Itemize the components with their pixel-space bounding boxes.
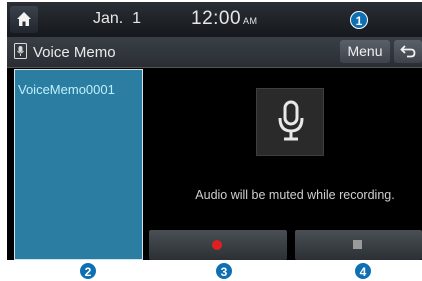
stop-button[interactable] bbox=[295, 230, 422, 260]
microphone-indicator bbox=[256, 88, 324, 156]
callout-1: 1 bbox=[350, 11, 368, 29]
date-display: Jan. 1 bbox=[93, 10, 142, 27]
home-icon bbox=[17, 12, 31, 26]
head-unit-screen: Jan. 1 12:00 AM Voice Memo Menu VoiceMemo… bbox=[7, 2, 422, 260]
callout-3: 3 bbox=[215, 262, 233, 280]
callout-2: 2 bbox=[79, 262, 97, 280]
page-title: Voice Memo bbox=[33, 44, 116, 61]
clock-time: 12:00 bbox=[191, 8, 242, 29]
clock-display: 12:00 AM bbox=[191, 8, 258, 30]
title-bar: Voice Memo Menu bbox=[7, 37, 422, 68]
back-arrow-icon bbox=[400, 45, 416, 58]
voice-memo-list[interactable]: VoiceMemo0001 bbox=[14, 69, 143, 260]
stop-icon bbox=[353, 240, 362, 249]
recording-notice: Audio will be muted while recording. bbox=[195, 188, 395, 202]
clock-ampm: AM bbox=[243, 16, 258, 26]
menu-button[interactable]: Menu bbox=[340, 40, 390, 63]
home-button[interactable] bbox=[10, 6, 38, 33]
back-button[interactable] bbox=[394, 40, 422, 63]
record-icon bbox=[212, 240, 222, 250]
list-item[interactable]: VoiceMemo0001 bbox=[18, 82, 115, 97]
record-button[interactable] bbox=[149, 230, 287, 260]
microphone-icon bbox=[278, 100, 304, 141]
voice-recorder-icon bbox=[14, 43, 27, 59]
callout-4: 4 bbox=[354, 262, 372, 280]
